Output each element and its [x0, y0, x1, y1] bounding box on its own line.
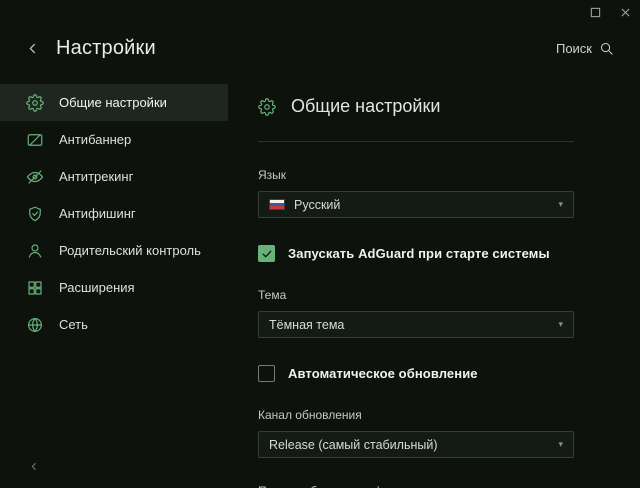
sidebar-item-label: Расширения	[59, 280, 135, 295]
close-icon	[620, 7, 631, 18]
person-icon	[26, 242, 44, 260]
search-button[interactable]: Поиск	[556, 41, 614, 56]
update-channel-select[interactable]: Release (самый стабильный) ▾	[258, 431, 574, 458]
sidebar-item-label: Общие настройки	[59, 95, 167, 110]
autoupdate-checkbox[interactable]	[258, 365, 275, 382]
section-title: Общие настройки	[291, 96, 440, 117]
sidebar-collapse-button[interactable]	[22, 454, 46, 478]
sidebar-item-antibanner[interactable]: Антибаннер	[0, 121, 228, 158]
sidebar-item-label: Родительский контроль	[59, 243, 201, 258]
sidebar-item-parental-control[interactable]: Родительский контроль	[0, 232, 228, 269]
back-button[interactable]	[20, 35, 46, 61]
settings-content: Общие настройки Язык Русский ▾ Запускать…	[228, 70, 640, 488]
page-title: Настройки	[56, 37, 156, 60]
gear-icon	[26, 94, 44, 112]
banner-blocked-icon	[26, 131, 44, 149]
theme-label: Тема	[258, 288, 640, 302]
sidebar-item-network[interactable]: Сеть	[0, 306, 228, 343]
globe-icon	[26, 316, 44, 334]
sidebar-item-antiphishing[interactable]: Антифишинг	[0, 195, 228, 232]
gear-icon	[258, 98, 276, 116]
chevron-left-icon	[28, 460, 41, 473]
autoupdate-checkbox-row[interactable]: Автоматическое обновление	[258, 365, 640, 382]
autostart-label: Запускать AdGuard при старте системы	[288, 246, 550, 261]
window-body: Общие настройки Антибаннер Антитрекинг А…	[0, 70, 640, 488]
title-bar	[0, 0, 640, 26]
update-channel-value: Release (самый стабильный)	[269, 438, 438, 452]
window-controls	[580, 0, 640, 24]
maximize-button[interactable]	[580, 0, 610, 24]
russia-flag-icon	[269, 199, 285, 210]
autostart-checkbox[interactable]	[258, 245, 275, 262]
grid-squares-icon	[26, 279, 44, 297]
sidebar-item-antitracking[interactable]: Антитрекинг	[0, 158, 228, 195]
app-window: Настройки Поиск Общие настройки Антибанн…	[0, 0, 640, 488]
filters-update-period-label: Период обновления фильтров	[258, 484, 640, 488]
autostart-checkbox-row[interactable]: Запускать AdGuard при старте системы	[258, 245, 640, 262]
autoupdate-label: Автоматическое обновление	[288, 366, 478, 381]
theme-value: Тёмная тема	[269, 318, 344, 332]
sidebar-item-general[interactable]: Общие настройки	[0, 84, 228, 121]
language-value: Русский	[294, 198, 340, 212]
chevron-left-icon	[26, 41, 41, 56]
content-title: Общие настройки	[258, 96, 640, 117]
shield-check-icon	[26, 205, 44, 223]
sidebar-item-extensions[interactable]: Расширения	[0, 269, 228, 306]
sidebar-item-label: Антибаннер	[59, 132, 131, 147]
close-button[interactable]	[610, 0, 640, 24]
chevron-down-icon: ▾	[558, 319, 563, 330]
chevron-down-icon: ▾	[558, 199, 563, 210]
sidebar: Общие настройки Антибаннер Антитрекинг А…	[0, 70, 228, 488]
update-channel-label: Канал обновления	[258, 408, 640, 422]
eye-slashed-icon	[26, 168, 44, 186]
chevron-down-icon: ▾	[558, 439, 563, 450]
language-label: Язык	[258, 168, 640, 182]
header: Настройки Поиск	[0, 26, 640, 70]
divider	[258, 141, 574, 142]
search-label: Поиск	[556, 41, 592, 56]
search-icon	[599, 41, 614, 56]
sidebar-item-label: Антитрекинг	[59, 169, 133, 184]
sidebar-item-label: Сеть	[59, 317, 88, 332]
check-icon	[261, 248, 273, 260]
maximize-icon	[590, 7, 601, 18]
theme-select[interactable]: Тёмная тема ▾	[258, 311, 574, 338]
sidebar-item-label: Антифишинг	[59, 206, 136, 221]
language-select[interactable]: Русский ▾	[258, 191, 574, 218]
